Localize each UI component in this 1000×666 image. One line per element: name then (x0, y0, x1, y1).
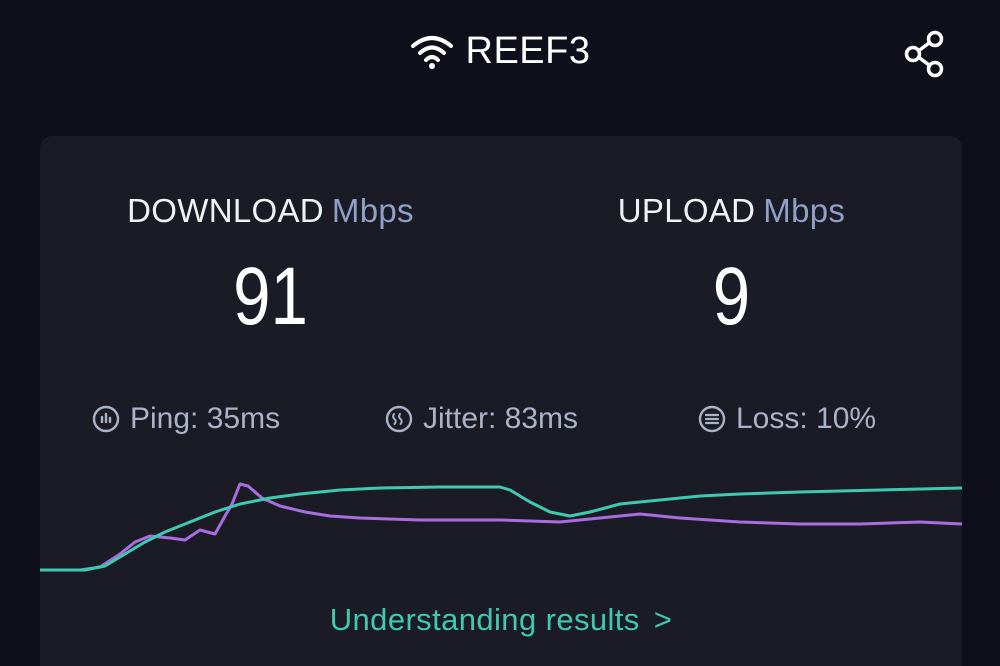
network-name: REEF3 (465, 30, 591, 72)
upload-metric: UPLOAD Mbps 9 (501, 192, 962, 338)
download-value: 91 (233, 251, 308, 342)
upload-value: 9 (712, 251, 751, 342)
jitter-text: Jitter: 83ms (423, 402, 579, 435)
header: REEF3 (0, 0, 1000, 110)
loss-icon (698, 405, 726, 433)
download-metric: DOWNLOAD Mbps 91 (40, 192, 501, 338)
download-unit: Mbps (331, 192, 414, 229)
upload-title: UPLOAD (617, 192, 756, 229)
ping-text: Ping: 35ms (130, 402, 281, 435)
download-speed-line (40, 485, 962, 572)
stats-row: Ping: 35ms Jitter: 83ms Loss: 10% (40, 402, 962, 442)
loss-stat: Loss: 10% (698, 402, 876, 436)
chevron-right-icon: > (653, 602, 673, 637)
ping-icon (92, 405, 120, 433)
jitter-stat: Jitter: 83ms (385, 402, 578, 436)
jitter-icon (385, 405, 413, 433)
ping-stat: Ping: 35ms (92, 402, 280, 436)
upload-unit: Mbps (763, 192, 846, 229)
download-title: DOWNLOAD (127, 192, 324, 229)
download-label: DOWNLOAD Mbps (40, 192, 501, 230)
share-button[interactable] (896, 26, 952, 82)
speed-graph (40, 482, 962, 572)
network-indicator: REEF3 (0, 30, 1000, 73)
understanding-results-label: Understanding results (329, 602, 640, 637)
share-icon (904, 30, 944, 78)
understanding-results-link[interactable]: Understanding results > (40, 602, 962, 638)
results-card: DOWNLOAD Mbps 91 UPLOAD Mbps 9 Ping: 35ms (40, 136, 962, 666)
wifi-icon (410, 35, 453, 69)
upload-label: UPLOAD Mbps (501, 192, 962, 230)
speed-test-screen: REEF3 DOWNLOAD Mbps 91 UPLOAD Mbps 9 Pin… (0, 0, 1000, 666)
loss-text: Loss: 10% (736, 402, 877, 435)
